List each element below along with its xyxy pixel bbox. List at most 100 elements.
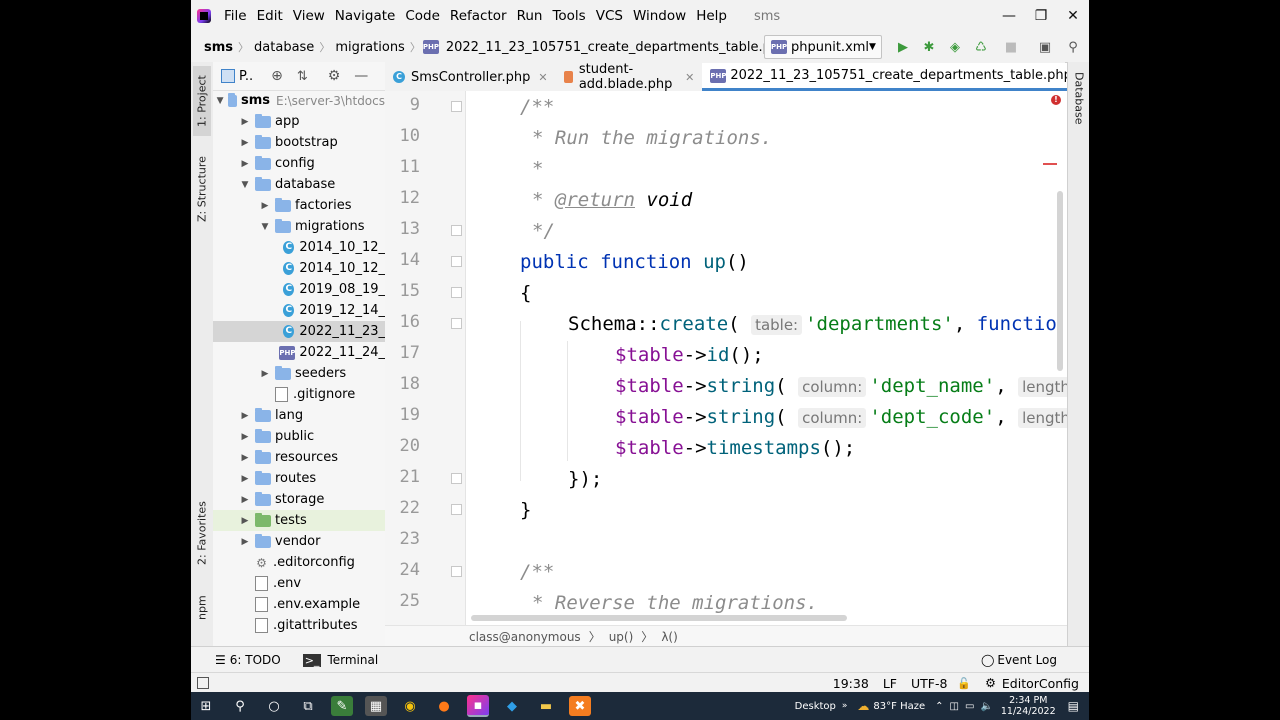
npm-tool-tab[interactable]: npm	[193, 594, 211, 622]
line-separator[interactable]: LF	[883, 676, 897, 691]
tree-item[interactable]: ▼ sms E:\server-3\htdocs	[213, 90, 385, 111]
collapse-all-icon[interactable]: ⇅	[297, 69, 308, 84]
search-icon[interactable]: ⚲	[229, 696, 251, 716]
clock[interactable]: 2:34 PM 11/24/2022	[1001, 695, 1056, 717]
error-indicator-icon[interactable]: !	[1051, 95, 1061, 105]
tree-item[interactable]: ▶ config	[213, 153, 385, 174]
breadcrumb-database[interactable]: database	[251, 40, 317, 55]
close-tab-icon[interactable]: ✕	[685, 71, 694, 84]
collapsed-arrow-icon[interactable]: ▶	[239, 516, 251, 526]
fold-marker-icon[interactable]	[451, 318, 462, 329]
favorites-tool-tab[interactable]: 2: Favorites	[193, 498, 211, 568]
tab-student-add-blade[interactable]: student-add.blade.php ✕	[556, 62, 703, 92]
firefox-app-icon[interactable]: ●	[433, 696, 455, 716]
tree-item[interactable]: PHP 2022_11_24_	[213, 342, 385, 363]
volume-icon[interactable]: 🔈	[980, 701, 992, 712]
menu-view[interactable]: View	[288, 8, 330, 24]
network-icon[interactable]: ◫	[950, 701, 959, 712]
tree-item[interactable]: ▶ resources	[213, 447, 385, 468]
database-tool-tab[interactable]: Database	[1070, 72, 1088, 142]
tree-item[interactable]: .env.example	[213, 594, 385, 615]
windows-start-icon[interactable]: ⊞	[195, 696, 217, 716]
menu-help[interactable]: Help	[691, 8, 732, 24]
locate-icon[interactable]: ⊕	[271, 68, 283, 84]
search-icon[interactable]: ⚲	[1065, 39, 1081, 55]
cortana-icon[interactable]: ○	[263, 696, 285, 716]
collapsed-arrow-icon[interactable]: ▶	[239, 159, 251, 169]
caret-position[interactable]: 19:38	[833, 676, 869, 691]
xampp-app-icon[interactable]: ✖	[569, 696, 591, 716]
terminal-tool-tab[interactable]: Terminal	[327, 653, 378, 667]
tree-item[interactable]: ▶ bootstrap	[213, 132, 385, 153]
gear-icon[interactable]: ⚙	[328, 68, 341, 84]
editorconfig-status[interactable]: EditorConfig	[1002, 676, 1079, 691]
fold-marker-icon[interactable]	[451, 287, 462, 298]
collapsed-arrow-icon[interactable]: ▶	[239, 117, 251, 127]
collapsed-arrow-icon[interactable]: ▶	[239, 411, 251, 421]
menu-vcs[interactable]: VCS	[591, 8, 628, 24]
tab-create-departments-table[interactable]: PHP 2022_11_23_105751_create_departments…	[702, 63, 1089, 91]
vscode-app-icon[interactable]: ◆	[501, 696, 523, 716]
chevron-up-icon[interactable]: »	[842, 701, 848, 711]
vertical-scrollbar[interactable]	[1057, 191, 1063, 371]
hide-panel-icon[interactable]: —	[354, 68, 368, 84]
menu-window[interactable]: Window	[628, 8, 691, 24]
project-structure-icon[interactable]: ▣	[1037, 39, 1053, 55]
task-view-icon[interactable]: ⧉	[297, 696, 319, 716]
chevron-up-icon[interactable]: ⌃	[935, 701, 943, 712]
tree-item[interactable]: .gitattributes	[213, 615, 385, 636]
project-view-select[interactable]: P..	[239, 69, 253, 84]
debug-icon[interactable]: ✱	[921, 39, 937, 55]
tree-item[interactable]: ▶ vendor	[213, 531, 385, 552]
tree-item[interactable]: C 2022_11_23_	[213, 321, 385, 342]
todo-tool-tab[interactable]: 6: TODO	[230, 653, 281, 667]
profile-icon[interactable]: ♺	[973, 39, 989, 55]
tree-item[interactable]: .env	[213, 573, 385, 594]
menu-code[interactable]: Code	[400, 8, 445, 24]
collapsed-arrow-icon[interactable]: ▶	[239, 432, 251, 442]
tree-item[interactable]: ▶ factories	[213, 195, 385, 216]
event-log-tool-tab[interactable]: Event Log	[997, 653, 1057, 667]
collapsed-arrow-icon[interactable]: ▶	[259, 201, 271, 211]
tree-item[interactable]: C 2019_08_19_	[213, 279, 385, 300]
close-tab-icon[interactable]: ✕	[538, 71, 547, 84]
code-crumb-method[interactable]: up()	[605, 630, 638, 644]
file-explorer-app-icon[interactable]: ▬	[535, 696, 557, 716]
collapsed-arrow-icon[interactable]: ▶	[239, 495, 251, 505]
fold-marker-icon[interactable]	[451, 504, 462, 515]
phpstorm-app-icon[interactable]: ▪	[467, 695, 489, 717]
fold-marker-icon[interactable]	[451, 225, 462, 236]
tree-item[interactable]: ⚙ .editorconfig	[213, 552, 385, 573]
restore-icon[interactable]: ❐	[1025, 0, 1057, 32]
menu-tools[interactable]: Tools	[547, 8, 590, 24]
run-icon[interactable]: ▶	[895, 39, 911, 55]
close-icon[interactable]: ✕	[1057, 0, 1089, 32]
error-stripe-marker[interactable]	[1043, 163, 1057, 165]
tree-item[interactable]: ▶ routes	[213, 468, 385, 489]
tree-item[interactable]: C 2019_12_14_	[213, 300, 385, 321]
code-editor[interactable]: 9 10 11 12 13 14 15 16 17 18 19 20 21 22 23 24 25 /** * …	[385, 91, 1067, 625]
tree-item[interactable]: ▶ app	[213, 111, 385, 132]
menu-refactor[interactable]: Refactor	[445, 8, 512, 24]
horizontal-scrollbar[interactable]	[471, 615, 847, 621]
tree-item[interactable]: ▶ storage	[213, 489, 385, 510]
toggle-tool-windows-icon[interactable]	[197, 677, 209, 689]
menu-file[interactable]: File	[219, 8, 252, 24]
collapsed-arrow-icon[interactable]: ▶	[259, 369, 271, 379]
chrome-app-icon[interactable]: ◉	[399, 696, 421, 716]
desktop-toolbar[interactable]: Desktop	[795, 701, 836, 712]
tree-item[interactable]: ▶ tests	[213, 510, 385, 531]
stop-icon[interactable]: ■	[1003, 39, 1019, 55]
tree-item[interactable]: C 2014_10_12_	[213, 258, 385, 279]
code-crumb-closure[interactable]: λ()	[657, 630, 681, 644]
menu-navigate[interactable]: Navigate	[330, 8, 401, 24]
expanded-arrow-icon[interactable]: ▼	[239, 180, 251, 190]
fold-marker-icon[interactable]	[451, 101, 462, 112]
expanded-arrow-icon[interactable]: ▼	[217, 96, 224, 106]
fold-marker-icon[interactable]	[451, 256, 462, 267]
tree-item[interactable]: ▼ migrations	[213, 216, 385, 237]
tree-item[interactable]: C 2014_10_12_	[213, 237, 385, 258]
coverage-icon[interactable]: ◈	[947, 39, 963, 55]
tree-item[interactable]: ▶ lang	[213, 405, 385, 426]
collapsed-arrow-icon[interactable]: ▶	[239, 138, 251, 148]
